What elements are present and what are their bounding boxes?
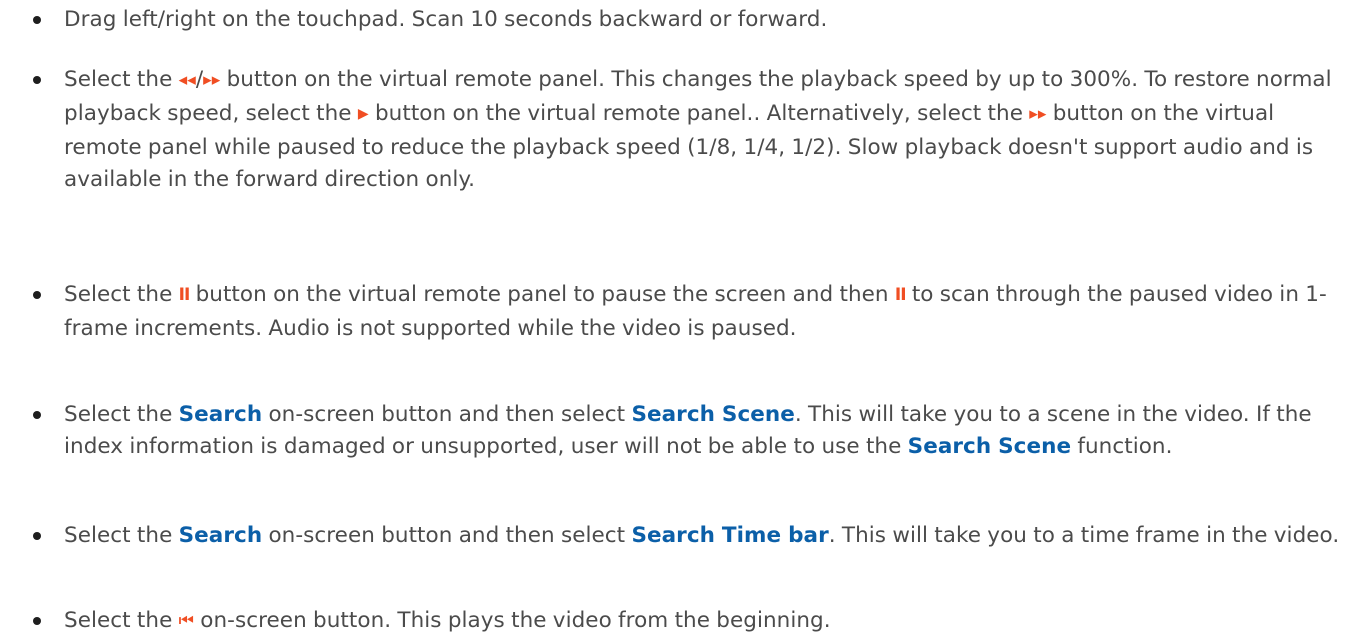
item-text: Select the xyxy=(64,608,179,633)
item-text: Select the xyxy=(64,282,179,307)
fast-forward-button-icon: ▸▸ xyxy=(1029,103,1047,124)
rewind-button-icon: ◂◂ xyxy=(178,70,196,90)
list-item: Select the ⏮ on-screen button. This play… xyxy=(33,605,1346,639)
list-item: Select the ◂◂/▸▸ button on the virtual r… xyxy=(33,64,1346,195)
play-button-icon: ▶ xyxy=(357,105,369,122)
item-text: on-screen button and then select xyxy=(262,523,632,548)
document-page: Drag left/right on the touchpad. Scan 10… xyxy=(0,0,1362,639)
bullet-dot-icon xyxy=(33,617,41,625)
fast-forward-button-icon: ▸▸ xyxy=(203,70,221,90)
item-text: Select the xyxy=(64,523,179,548)
search-scene-keyword: Search Scene xyxy=(631,402,795,427)
pause-button-icon: II xyxy=(178,285,191,305)
item-text: . This will take you to a time frame in … xyxy=(828,523,1340,548)
item-text: Drag left/right on the touchpad. Scan 10… xyxy=(64,7,828,32)
item-text: button on the virtual remote panel to pa… xyxy=(189,282,895,307)
item-text: on-screen button and then select xyxy=(262,402,632,427)
item-text: Select the xyxy=(64,402,179,427)
item-text: function. xyxy=(1071,433,1173,459)
pause-button-icon: II xyxy=(894,285,907,305)
item-text: on-screen button. This plays the video f… xyxy=(194,608,831,633)
item-text: button on the virtual remote panel.. Alt… xyxy=(368,100,1030,126)
bullet-dot-icon xyxy=(33,76,41,84)
search-keyword: Search xyxy=(178,402,263,427)
list-item: Select the Search on-screen button and t… xyxy=(33,520,1346,552)
bullet-dot-icon xyxy=(33,411,41,419)
list-item: Select the II button on the virtual remo… xyxy=(33,279,1346,344)
bullet-dot-icon xyxy=(33,16,41,24)
bullet-dot-icon xyxy=(33,291,41,299)
search-scene-keyword: Search Scene xyxy=(907,433,1072,459)
list-item: Drag left/right on the touchpad. Scan 10… xyxy=(33,4,1346,36)
search-keyword: Search xyxy=(178,523,263,548)
list-item: Select the Search on-screen button and t… xyxy=(33,399,1346,462)
bullet-dot-icon xyxy=(33,532,41,540)
skip-back-button-icon: ⏮ xyxy=(178,611,194,631)
search-time-bar-keyword: Search Time bar xyxy=(631,523,829,548)
item-text: Select the xyxy=(64,67,179,92)
slash-separator: / xyxy=(195,67,204,92)
